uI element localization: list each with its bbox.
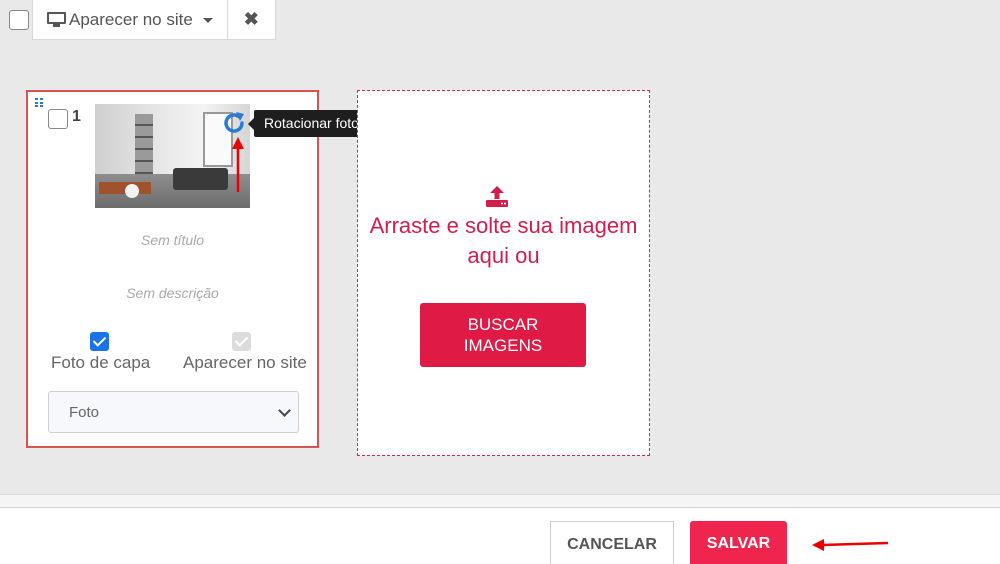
annotation-arrow-up (232, 137, 244, 192)
dropzone-instruction: Arraste e solte sua imagem aqui ou (369, 213, 638, 268)
close-icon: ✖ (243, 9, 259, 29)
cover-photo-label: Foto de capa (51, 353, 151, 372)
select-all-checkbox[interactable] (9, 10, 29, 30)
delete-button[interactable]: ✖ (226, 0, 275, 39)
photo-card: 1 Sem título Sem descrição Foto de capa … (26, 90, 319, 448)
photo-type-select[interactable]: Foto (48, 391, 299, 433)
rotate-icon[interactable] (221, 110, 247, 136)
browse-images-button[interactable]: BUSCAR IMAGENS (420, 303, 586, 367)
visibility-dropdown-label: Aparecer no site (69, 9, 193, 29)
cancel-button[interactable]: CANCELAR (550, 521, 674, 564)
cover-photo-checkbox[interactable] (90, 332, 109, 351)
footer-bar: CANCELAR SALVAR (0, 508, 1000, 564)
chevron-down-icon (278, 404, 291, 417)
photo-type-value: Foto (69, 403, 100, 421)
upload-icon (486, 186, 508, 207)
bulk-actions-toolbar: Aparecer no site ✖ (32, 0, 276, 40)
image-dropzone[interactable]: Arraste e solte sua imagem aqui ou BUSCA… (357, 90, 650, 456)
show-on-site-label: Aparecer no site (183, 353, 307, 372)
save-button[interactable]: SALVAR (690, 521, 787, 564)
photo-title-placeholder[interactable]: Sem título (28, 232, 317, 248)
visibility-dropdown-button[interactable]: Aparecer no site (33, 0, 227, 39)
show-on-site-checkbox (232, 332, 251, 351)
photo-select-checkbox[interactable] (48, 109, 68, 129)
annotation-arrow-left (812, 539, 889, 551)
caret-down-icon (202, 18, 213, 23)
photo-order-number: 1 (72, 108, 81, 125)
drag-handle-icon[interactable] (35, 98, 43, 108)
footer-divider (0, 494, 1000, 508)
monitor-icon (47, 11, 66, 28)
photo-description-placeholder[interactable]: Sem descrição (28, 285, 317, 301)
rotate-tooltip: Rotacionar foto (248, 110, 369, 137)
